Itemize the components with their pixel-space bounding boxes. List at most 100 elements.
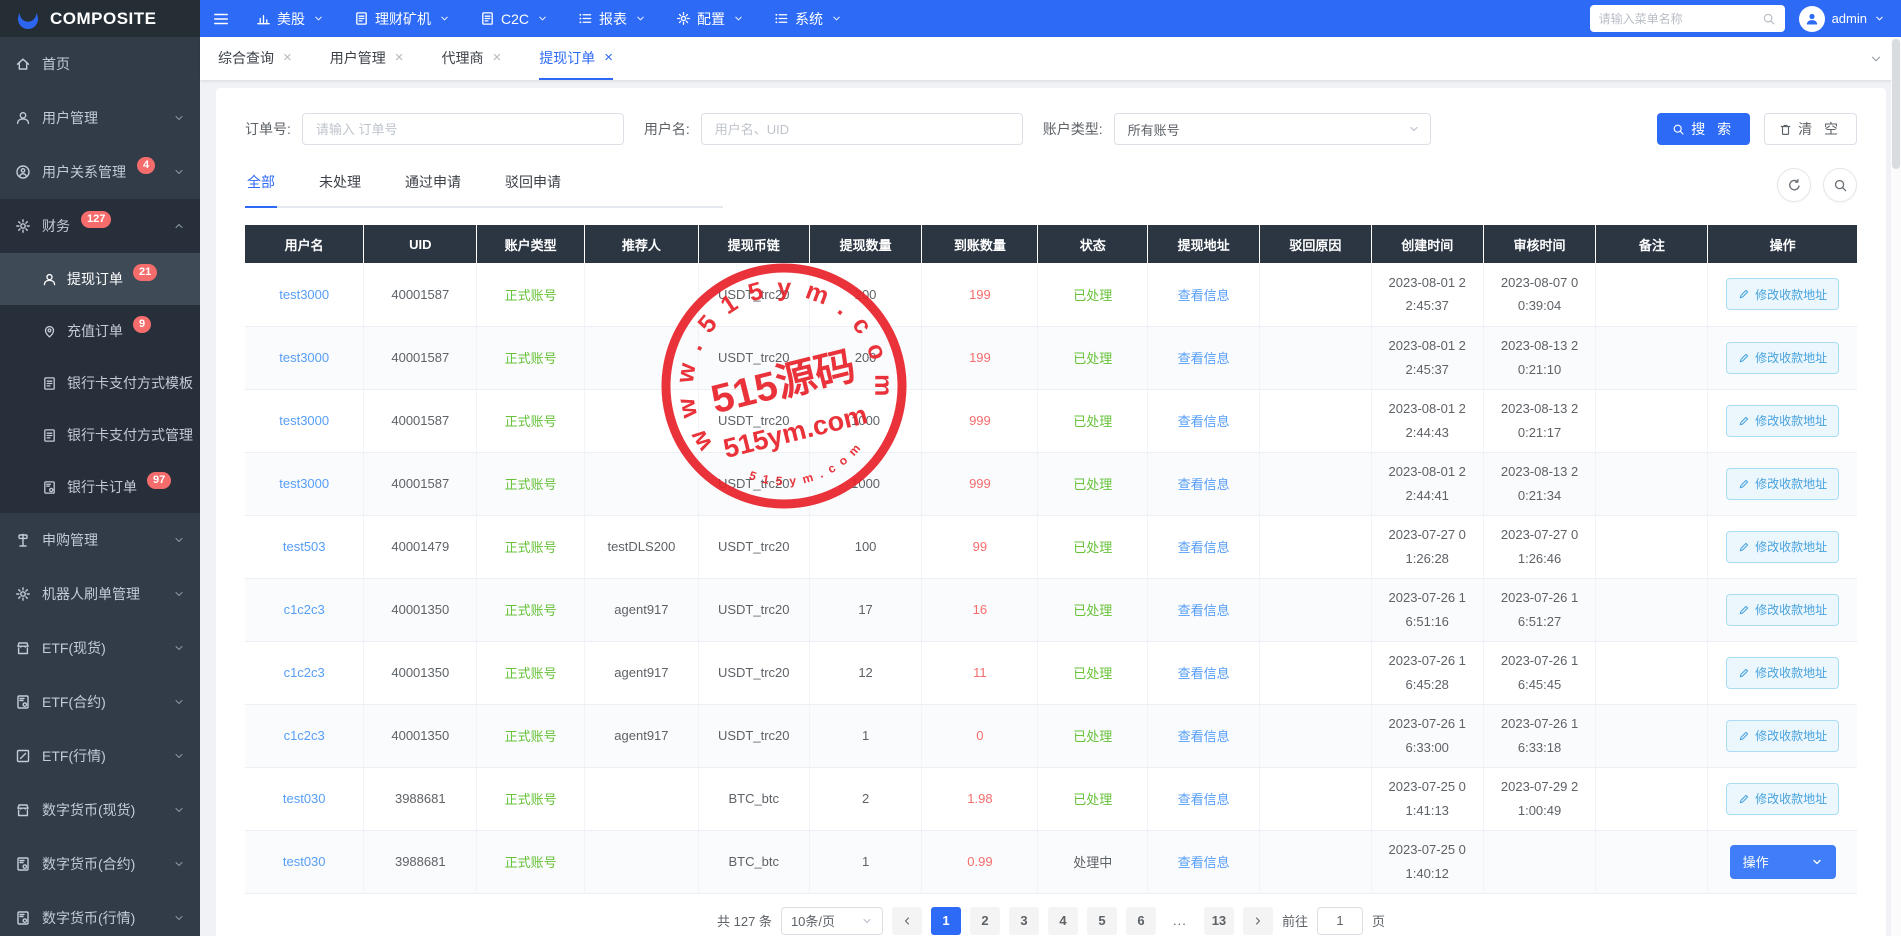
page-button[interactable]: 13	[1204, 907, 1234, 935]
sidebar-item-etf-contract[interactable]: ETF(合约)	[0, 675, 200, 729]
page-button[interactable]: 1	[931, 907, 961, 935]
cell-username[interactable]: test3000	[279, 350, 329, 365]
view-address-link[interactable]: 查看信息	[1178, 477, 1230, 492]
view-address-link[interactable]: 查看信息	[1178, 792, 1230, 807]
sidebar-item-bankcard-template[interactable]: 银行卡支付方式模板	[0, 357, 200, 409]
nav-item-us-stocks[interactable]: 美股	[256, 9, 324, 29]
cell-referrer: agent917	[614, 602, 668, 617]
view-address-link[interactable]: 查看信息	[1178, 603, 1230, 618]
nav-item-config[interactable]: 配置	[676, 9, 744, 29]
sidebar-item-robot-orders[interactable]: 机器人刷单管理	[0, 567, 200, 621]
edit-payment-address-button[interactable]: 修改收款地址	[1726, 720, 1839, 752]
cell-username[interactable]: test3000	[279, 476, 329, 491]
sidebar-item-crypto-contract[interactable]: 数字货币(合约)	[0, 837, 200, 891]
sidebar-item-etf-quotes[interactable]: ETF(行情)	[0, 729, 200, 783]
status-badge: 已处理	[1073, 414, 1112, 429]
page-size-select[interactable]: 10条/页	[781, 907, 883, 935]
view-address-link[interactable]: 查看信息	[1178, 729, 1230, 744]
sidebar-item-user-management[interactable]: 用户管理	[0, 91, 200, 145]
action-dropdown-button[interactable]: 操作	[1730, 845, 1836, 879]
search-button[interactable]: 搜 索	[1657, 113, 1750, 145]
subtab-unprocessed[interactable]: 未处理	[317, 172, 363, 208]
subtab-approved[interactable]: 通过申请	[403, 172, 463, 208]
sidebar-item-deposit-orders[interactable]: 充值订单 9	[0, 305, 200, 357]
cell-username[interactable]: test3000	[279, 287, 329, 302]
menu-search-input[interactable]	[1599, 12, 1762, 26]
subtab-rejected[interactable]: 驳回申请	[503, 172, 563, 208]
close-tab-icon[interactable]: ×	[283, 50, 292, 65]
sidebar-item-withdraw-orders[interactable]: 提现订单 21	[0, 253, 200, 305]
edit-payment-address-button[interactable]: 修改收款地址	[1726, 342, 1839, 374]
view-address-link[interactable]: 查看信息	[1178, 414, 1230, 429]
view-address-link[interactable]: 查看信息	[1178, 666, 1230, 681]
edit-payment-address-button[interactable]: 修改收款地址	[1726, 405, 1839, 437]
close-tab-icon[interactable]: ×	[604, 50, 613, 65]
cell-username[interactable]: c1c2c3	[284, 665, 325, 680]
nav-item-reports[interactable]: 报表	[578, 9, 646, 29]
user-menu[interactable]: admin	[1799, 6, 1885, 32]
view-address-link[interactable]: 查看信息	[1178, 855, 1230, 870]
cell-reviewed: 2023-07-26 16:33:18	[1501, 716, 1578, 754]
edit-payment-address-button[interactable]: 修改收款地址	[1726, 594, 1839, 626]
tabs-overflow-chevron-icon[interactable]	[1869, 52, 1883, 66]
tab-user-management[interactable]: 用户管理×	[330, 37, 404, 80]
vertical-scrollbar[interactable]	[1891, 37, 1901, 936]
clear-button[interactable]: 清 空	[1764, 113, 1857, 145]
cell-username[interactable]: test030	[283, 854, 326, 869]
page-button[interactable]: 4	[1048, 907, 1078, 935]
nav-item-wealth-miner[interactable]: 理财矿机	[354, 9, 450, 29]
hamburger-menu-icon[interactable]	[212, 10, 230, 28]
sidebar-item-etf-spot[interactable]: ETF(现货)	[0, 621, 200, 675]
sidebar-item-user-relations[interactable]: 用户关系管理 4	[0, 145, 200, 199]
next-page-button[interactable]	[1243, 907, 1273, 935]
edit-payment-address-button[interactable]: 修改收款地址	[1726, 468, 1839, 500]
tab-withdraw-orders[interactable]: 提现订单×	[539, 37, 613, 80]
refresh-button[interactable]	[1777, 168, 1811, 202]
tab-comprehensive-query[interactable]: 综合查询×	[218, 37, 292, 80]
sidebar-item-finance[interactable]: 财务 127	[0, 199, 200, 253]
cell-username[interactable]: test3000	[279, 413, 329, 428]
logo-crescent-icon	[16, 7, 40, 31]
cell-username[interactable]: test503	[283, 539, 326, 554]
view-address-link[interactable]: 查看信息	[1178, 351, 1230, 366]
page-ellipsis[interactable]: ...	[1165, 907, 1195, 935]
edit-payment-address-button[interactable]: 修改收款地址	[1726, 657, 1839, 689]
tab-agents[interactable]: 代理商×	[442, 37, 502, 80]
subtab-all[interactable]: 全部	[245, 172, 277, 208]
sidebar-item-crypto-spot[interactable]: 数字货币(现货)	[0, 783, 200, 837]
sql-doc-icon	[15, 910, 31, 926]
view-address-link[interactable]: 查看信息	[1178, 540, 1230, 555]
header-username: 用户名	[245, 225, 364, 263]
edit-payment-address-button[interactable]: 修改收款地址	[1726, 783, 1839, 815]
username-input[interactable]	[701, 113, 1023, 145]
cell-username[interactable]: c1c2c3	[284, 602, 325, 617]
sidebar-item-subscription[interactable]: 申购管理	[0, 513, 200, 567]
close-tab-icon[interactable]: ×	[395, 50, 404, 65]
sidebar-item-crypto-quotes[interactable]: 数字货币(行情)	[0, 891, 200, 936]
signpost-icon	[15, 532, 31, 548]
edit-payment-address-button[interactable]: 修改收款地址	[1726, 531, 1839, 563]
cell-username[interactable]: c1c2c3	[284, 728, 325, 743]
edit-payment-address-button[interactable]: 修改收款地址	[1726, 278, 1839, 310]
view-address-link[interactable]: 查看信息	[1178, 288, 1230, 303]
cell-received: 199	[969, 350, 991, 365]
nav-label: 系统	[795, 9, 823, 29]
close-tab-icon[interactable]: ×	[493, 50, 502, 65]
scrollbar-thumb[interactable]	[1892, 39, 1900, 169]
page-button[interactable]: 3	[1009, 907, 1039, 935]
page-button[interactable]: 5	[1087, 907, 1117, 935]
goto-page-input[interactable]	[1317, 907, 1363, 935]
cell-username[interactable]: test030	[283, 791, 326, 806]
sidebar-item-bankcard-management[interactable]: 银行卡支付方式管理	[0, 409, 200, 461]
sidebar-item-bankcard-orders[interactable]: 银行卡订单 97	[0, 461, 200, 513]
sidebar-item-home[interactable]: 首页	[0, 37, 200, 91]
nav-item-system[interactable]: 系统	[774, 9, 842, 29]
account-type-select[interactable]: 所有账号	[1114, 113, 1431, 145]
sidebar-group-finance: 财务 127 提现订单 21 充值订单 9 银行卡支付方式模板 银行卡支付方式管…	[0, 199, 200, 513]
page-button[interactable]: 6	[1126, 907, 1156, 935]
nav-item-c2c[interactable]: C2C	[480, 11, 548, 27]
prev-page-button[interactable]	[892, 907, 922, 935]
magnifier-button[interactable]	[1823, 168, 1857, 202]
order-number-input[interactable]	[302, 113, 624, 145]
page-button[interactable]: 2	[970, 907, 1000, 935]
